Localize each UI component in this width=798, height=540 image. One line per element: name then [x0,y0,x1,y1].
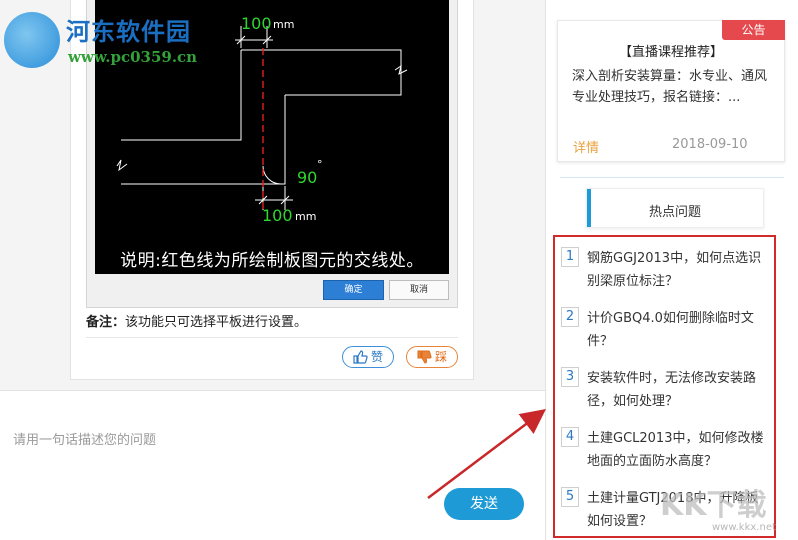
logo-emblem-icon [4,12,60,68]
dialog-ok-button[interactable]: 确定 [323,280,384,300]
thumbs-down-icon [417,350,432,364]
notice-detail-link[interactable]: 详情 [573,137,599,156]
hot-question-number: 4 [561,427,579,447]
dislike-label: 踩 [435,350,448,364]
divider [86,337,458,338]
like-label: 赞 [371,350,384,364]
corner-watermark-url: www.kkx.net [712,522,776,533]
hot-question-number: 5 [561,487,579,507]
notice-badge: 公告 [722,20,785,40]
dim-top-unit: mm [273,18,295,31]
hot-question-text: 安装软件时，无法修改安装路径，如何处理？ [587,371,757,409]
notice-body: 深入剖析安装算量：水专业、通风专业处理技巧，报名链接：... [572,69,768,105]
hot-question-text: 计价GBQ4.0如何删除临时文件？ [587,311,754,349]
hot-question-text: 土建GCL2013中，如何修改楼地面的立面防水高度？ [587,431,764,469]
notice-title: 【直播课程推荐】 [618,45,723,60]
watermark-name: 河东软件园 [66,17,191,46]
hot-question-number: 1 [561,247,579,267]
note-prefix: 备注： [86,315,126,330]
watermark-logo: 河东软件园 www.pc0359.cn [4,8,214,70]
dim-top-value: 100 [241,14,272,33]
tab-label: 热点问题 [648,205,701,220]
notice-date: 2018-09-10 [672,137,748,152]
divider [560,177,784,178]
angle-unit: ° [317,158,323,171]
note: 备注：该功能只可选择平板进行设置。 [86,311,307,330]
watermark-url: www.pc0359.cn [68,48,198,66]
question-placeholder: 请用一句话描述您的问题 [13,433,157,448]
dislike-button[interactable]: 踩 [406,346,458,368]
hot-question-text: 钢筋GGJ2013中，如何点选识别梁原位标注？ [587,251,762,289]
hot-question-number: 3 [561,367,579,387]
tab-hot-questions[interactable]: 热点问题 [586,188,764,228]
hot-question-number: 2 [561,307,579,327]
dim-bottom-value: 100 [262,206,293,225]
cad-caption: 说明:红色线为所绘制板图元的交线处。 [120,251,424,271]
corner-watermark: KK下载 www.kkx.net [650,478,798,540]
thumbs-up-icon [353,350,368,364]
like-button[interactable]: 赞 [342,346,394,368]
dialog-cancel-button[interactable]: 取消 [389,280,449,300]
dim-bottom-unit: mm [295,210,317,223]
corner-watermark-name: KK下载 [660,488,767,523]
note-text: 该功能只可选择平板进行设置。 [125,315,308,330]
send-button[interactable]: 发送 [444,488,524,520]
angle-value: 90 [297,168,318,187]
